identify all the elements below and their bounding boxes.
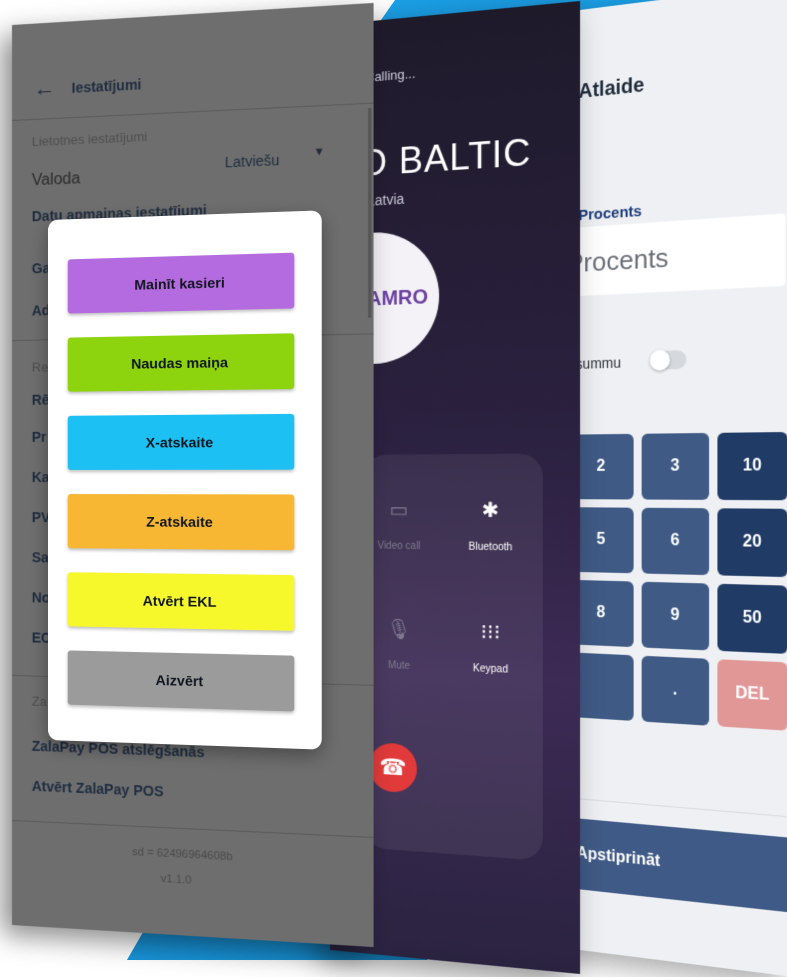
dropdown-arrow-icon[interactable]: ▼	[313, 146, 325, 159]
confirm-label: Apstiprināt	[576, 844, 661, 871]
use-sum-toggle[interactable]	[649, 350, 687, 370]
close-button[interactable]: Aizvērt	[67, 650, 295, 712]
language-select[interactable]: Latviešu	[225, 152, 280, 171]
video-call-button[interactable]: ▭ Video call	[364, 497, 434, 552]
divider	[559, 796, 787, 819]
call-controls-panel: ▭ Video call ✱ Bluetooth 🎙 Mute ⁝⁝⁝ Keyp…	[364, 453, 543, 861]
discount-keypad: 2 3 10 5 6 20 8 9 50 . DEL	[568, 431, 787, 731]
bluetooth-icon: ✱	[481, 499, 500, 523]
footer-divider	[12, 820, 374, 838]
percent-input[interactable]: Procents	[561, 213, 786, 297]
video-call-label: Video call	[377, 540, 421, 553]
key-decimal[interactable]: .	[641, 655, 710, 726]
settings-item-pr[interactable]: Pr	[32, 429, 47, 445]
app-settings-section: Lietotnes iestatījumi	[31, 128, 148, 150]
key-50[interactable]: 50	[717, 583, 787, 654]
settings-item-re[interactable]: Rē	[32, 392, 50, 408]
mute-button[interactable]: 🎙 Mute	[364, 616, 434, 673]
avatar-text: AMRO	[367, 285, 429, 311]
settings-title: Iestatījumi	[71, 76, 142, 96]
language-label: Valoda	[31, 170, 81, 190]
key-10[interactable]: 10	[717, 431, 787, 501]
actions-dialog: Mainīt kasieri Naudas maiņa X-atskaite Z…	[48, 210, 322, 750]
bluetooth-label: Bluetooth	[468, 541, 513, 554]
settings-item-sa[interactable]: Sa	[32, 549, 49, 565]
caller-name: O BALTIC	[359, 130, 532, 185]
cash-exchange-button[interactable]: Naudas maiņa	[67, 333, 295, 392]
percent-placeholder: Procents	[566, 241, 669, 279]
app-version: v1.1.0	[160, 872, 192, 887]
microphone-off-icon: 🎙	[386, 618, 412, 642]
x-report-button[interactable]: X-atskaite	[67, 413, 295, 470]
device-id: sd = 62496964608b	[132, 845, 233, 864]
phone-hangup-icon: ☎	[379, 753, 407, 781]
key-6[interactable]: 6	[641, 507, 710, 576]
settings-item-ka[interactable]: Ka	[32, 469, 50, 485]
scrollbar[interactable]	[368, 107, 372, 318]
confirm-button[interactable]: Apstiprināt	[559, 816, 787, 913]
key-delete[interactable]: DEL	[717, 659, 787, 731]
key-3[interactable]: 3	[641, 432, 710, 500]
bluetooth-button[interactable]: ✱ Bluetooth	[449, 497, 532, 553]
keypad-icon: ⁝⁝⁝	[480, 621, 501, 645]
z-report-button[interactable]: Z-atskaite	[67, 494, 295, 551]
zalapay-open[interactable]: Atvērt ZalaPay POS	[32, 778, 164, 800]
percent-label: Procents	[578, 202, 642, 225]
open-ekl-button[interactable]: Atvērt EKL	[67, 572, 295, 631]
key-20[interactable]: 20	[717, 508, 787, 578]
keypad-button[interactable]: ⁝⁝⁝ Keypad	[449, 618, 532, 676]
back-arrow-icon[interactable]: ←	[34, 75, 56, 102]
key-9[interactable]: 9	[641, 581, 710, 651]
header-divider	[12, 102, 374, 121]
keypad-label: Keypad	[472, 663, 509, 676]
change-cashier-button[interactable]: Mainīt kasieri	[67, 252, 295, 314]
mute-label: Mute	[387, 660, 411, 673]
settings-section-re: Re	[31, 359, 49, 375]
video-camera-icon: ▭	[389, 499, 409, 522]
discount-title: Atlaide	[578, 73, 645, 104]
settings-section-za: Za	[31, 693, 47, 710]
